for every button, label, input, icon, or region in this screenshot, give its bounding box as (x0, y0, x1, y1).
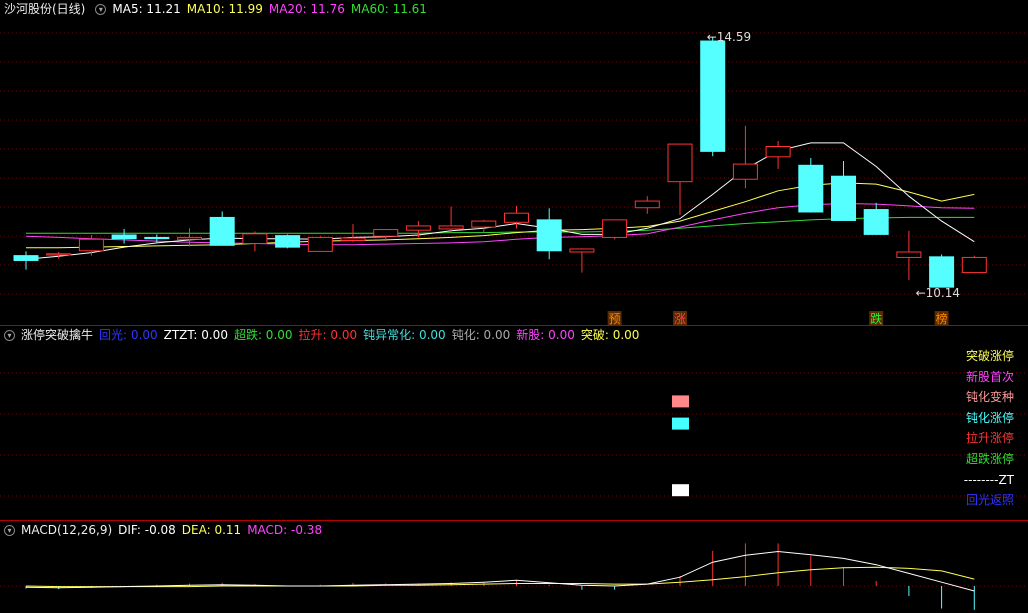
candle-body (275, 235, 301, 248)
candle-body (536, 219, 562, 252)
candle-body (46, 253, 72, 256)
indicator-chart[interactable] (0, 326, 1028, 521)
candle-body (504, 212, 529, 223)
legend-item: 钝化变种 (965, 390, 1014, 405)
candle-body (765, 146, 791, 158)
macd-labels: DIF: -0.08 DEA: 0.11 MACD: -0.38 (118, 523, 328, 537)
signal-block (672, 417, 689, 430)
candle-body (209, 216, 235, 246)
ma-label: MA20: 11.76 (268, 2, 345, 16)
legend-item: 超跌涨停 (965, 451, 1014, 466)
price-header: 沙河股份(日线) ▾ MA5: 11.21 MA10: 11.99 MA20: 11.7… (0, 0, 439, 18)
low-price-label: ←10.14 (916, 286, 960, 300)
indicator-label: ZTZT: 0.00 (163, 328, 228, 342)
price-panel[interactable]: ←14.59 ←10.14 预 涨 跌 榜 沙河股份(日线) ▾ MA5: 11.21 MA10… (0, 0, 1028, 325)
candle-body (831, 175, 856, 221)
legend-item: 新股首次 (965, 369, 1014, 384)
signal-block (672, 484, 689, 497)
candle-body (798, 164, 824, 213)
indicator-label: 新股: 0.00 (516, 328, 575, 342)
candle-body (438, 225, 464, 230)
candle-body (144, 236, 170, 240)
macd-label: MACD: -0.38 (247, 523, 323, 537)
collapse-toggle-icon[interactable]: ▾ (4, 525, 15, 536)
ma-labels: MA5: 11.21 MA10: 11.99 MA20: 11.76 MA60: 11… (112, 2, 433, 16)
candle-body (929, 256, 955, 288)
collapse-toggle-icon[interactable]: ▾ (4, 330, 15, 341)
candle-body (111, 234, 137, 240)
signal-marker-1: 涨 (674, 311, 686, 325)
macd-label: DIF: -0.08 (118, 523, 176, 537)
candle-body (732, 163, 758, 180)
candle-body (13, 255, 39, 261)
price-chart[interactable]: ←14.59 ←10.14 预 涨 跌 榜 (0, 0, 1028, 325)
candle-body (667, 143, 693, 183)
indicator-label: 超跌: 0.00 (233, 328, 293, 342)
indicator-label: 突破: 0.00 (580, 328, 640, 342)
legend-item: 回光返照 (965, 493, 1014, 508)
stock-title: 沙河股份(日线) (4, 2, 86, 16)
ma-label: MA60: 11.61 (350, 2, 427, 16)
signal-block (672, 395, 689, 408)
legend-item: 钝化涨停 (965, 410, 1014, 425)
indicator-label: 钝异常化: 0.00 (363, 328, 446, 342)
macd-header: ▾ MACD(12,26,9) DIF: -0.08 DEA: 0.11 MACD: -… (0, 521, 334, 539)
ma-label: MA10: 11.99 (186, 2, 263, 16)
candle-body (78, 238, 104, 252)
candle-body (471, 220, 497, 228)
candle-body (242, 233, 268, 245)
ma-label: MA5: 11.21 (112, 2, 181, 16)
candle-body (961, 256, 987, 274)
candle-body (700, 40, 726, 152)
candle-body (177, 236, 202, 240)
signal-marker-2: 跌 (870, 311, 882, 325)
macd-label: DEA: 0.11 (181, 523, 242, 537)
indicator-panel[interactable]: ▾ 涨停突破擒牛 回光: 0.00 ZTZT: 0.00 超跌: 0.00 拉升: 0.0… (0, 325, 1028, 521)
signal-marker-0: 预 (609, 312, 621, 325)
indicator-labels: 回光: 0.00 ZTZT: 0.00 超跌: 0.00 拉升: 0.00 钝异常化: … (99, 328, 645, 342)
indicator-label: 拉升: 0.00 (298, 328, 358, 342)
candle-body (405, 225, 431, 231)
signal-marker-3: 榜 (936, 311, 948, 325)
legend-item: 拉升涨停 (965, 431, 1014, 446)
macd-title: MACD(12,26,9) (21, 523, 113, 537)
candle-body (634, 200, 660, 209)
indicator-title: 涨停突破擒牛 (21, 328, 94, 342)
indicator-label: 回光: 0.00 (99, 328, 158, 342)
candle-body (602, 219, 628, 238)
dea-line (25, 566, 975, 588)
indicator-label: 钝化: 0.00 (451, 328, 511, 342)
candle-body (863, 209, 889, 235)
candle-body (896, 251, 922, 258)
candle-body (307, 236, 333, 252)
candle-body (340, 237, 366, 241)
indicator-legend: 突破涨停新股首次钝化变种钝化涨停拉升涨停超跌涨停 --------ZT 回光返照 (964, 346, 1014, 511)
indicator-header: ▾ 涨停突破擒牛 回光: 0.00 ZTZT: 0.00 超跌: 0.00 拉升: 0.0… (0, 326, 651, 344)
candle-body (373, 229, 399, 237)
legend-item: 突破涨停 (965, 349, 1014, 363)
legend-item: --------ZT (963, 472, 1014, 487)
macd-panel[interactable]: ▾ MACD(12,26,9) DIF: -0.08 DEA: 0.11 MACD: -… (0, 520, 1028, 613)
candle-body (569, 248, 595, 253)
high-price-label: ←14.59 (707, 30, 751, 44)
dif-line (25, 550, 975, 592)
collapse-toggle-icon[interactable]: ▾ (95, 4, 107, 15)
